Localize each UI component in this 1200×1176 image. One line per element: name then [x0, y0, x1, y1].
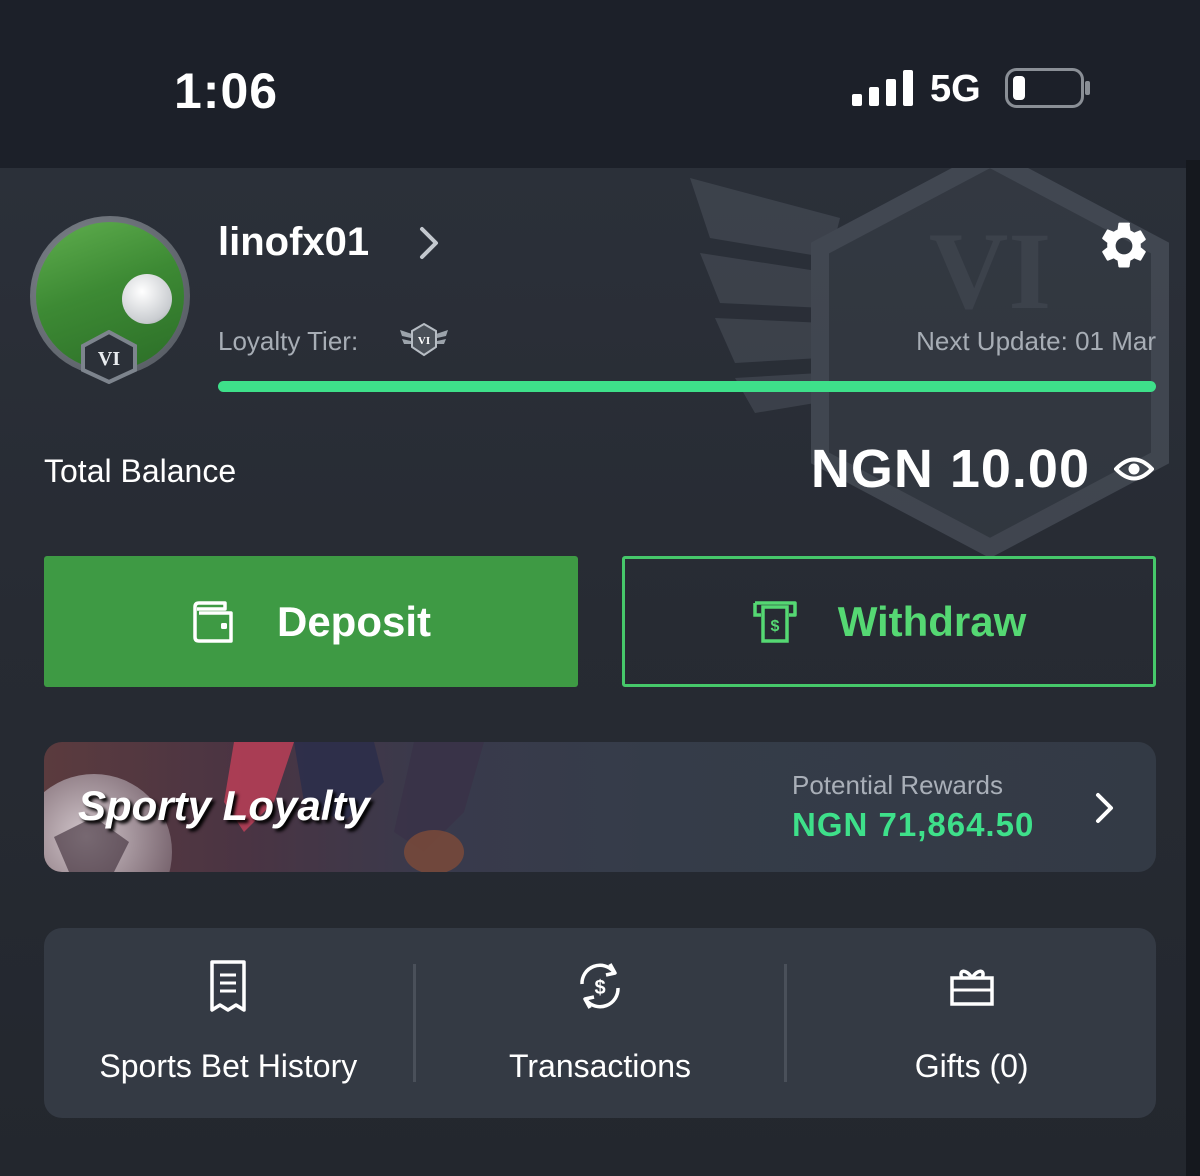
withdraw-label: Withdraw — [837, 597, 1027, 645]
football-graphic — [122, 274, 172, 324]
chevron-right-icon[interactable] — [414, 224, 444, 262]
gear-icon[interactable] — [1096, 218, 1152, 274]
svg-text:VI: VI — [98, 348, 120, 370]
deposit-label: Deposit — [276, 597, 431, 645]
status-time: 1:06 — [174, 63, 279, 119]
tier-progress-fill — [218, 381, 1156, 392]
chevron-right-icon — [1096, 793, 1113, 823]
svg-text:$: $ — [594, 977, 605, 999]
quick-links: Sports Bet History $ Transactions Gifts … — [44, 928, 1156, 1118]
cellular-signal-icon — [852, 70, 913, 106]
receipt-icon — [210, 960, 247, 1012]
svg-text:VI: VI — [418, 335, 430, 347]
transactions-label: Transactions — [509, 1048, 691, 1084]
deposit-button[interactable]: Deposit — [44, 556, 578, 687]
avatar-tier-badge-icon: VI — [81, 330, 137, 384]
network-type: 5G — [930, 68, 981, 110]
next-update-text: Next Update: 01 Mar — [916, 326, 1156, 356]
eye-icon[interactable] — [1114, 454, 1154, 484]
potential-rewards-label: Potential Rewards — [792, 770, 1003, 800]
sports-bet-history-link[interactable]: Sports Bet History — [44, 928, 413, 1118]
screen-edge — [1186, 160, 1200, 1176]
loyalty-tier-label: Loyalty Tier: — [218, 326, 359, 356]
loyalty-tier-badge-icon: VI — [400, 322, 448, 357]
wallet-icon — [193, 600, 233, 643]
gift-icon — [949, 969, 994, 1006]
gifts-label: Gifts (0) — [914, 1048, 1029, 1084]
svg-text:$: $ — [770, 618, 779, 635]
total-balance-amount: NGN 10.00 — [810, 439, 1090, 499]
username[interactable]: linofx01 — [218, 220, 369, 265]
currency-exchange-icon: $ — [580, 963, 620, 1009]
battery-icon — [1005, 68, 1090, 108]
total-balance-label: Total Balance — [44, 453, 237, 489]
gifts-link[interactable]: Gifts (0) — [787, 928, 1156, 1118]
status-bar: 1:06 5G — [0, 0, 1200, 168]
sports-bet-history-label: Sports Bet History — [99, 1048, 358, 1084]
cash-withdraw-icon: $ — [752, 600, 797, 643]
tier-progress-bar — [218, 381, 1156, 392]
transactions-link[interactable]: $ Transactions — [416, 928, 785, 1118]
svg-text:VI: VI — [929, 210, 1051, 332]
withdraw-button[interactable]: $ Withdraw — [622, 556, 1156, 687]
account-panel: VI VI linofx01 Loyalty Tier: VI Next Upd… — [0, 168, 1200, 1176]
sporty-loyalty-title: Sporty Loyalty — [78, 782, 370, 829]
potential-rewards-amount: NGN 71,864.50 — [792, 806, 1035, 843]
sporty-loyalty-banner[interactable]: Sporty Loyalty Potential Rewards NGN 71,… — [44, 742, 1156, 872]
